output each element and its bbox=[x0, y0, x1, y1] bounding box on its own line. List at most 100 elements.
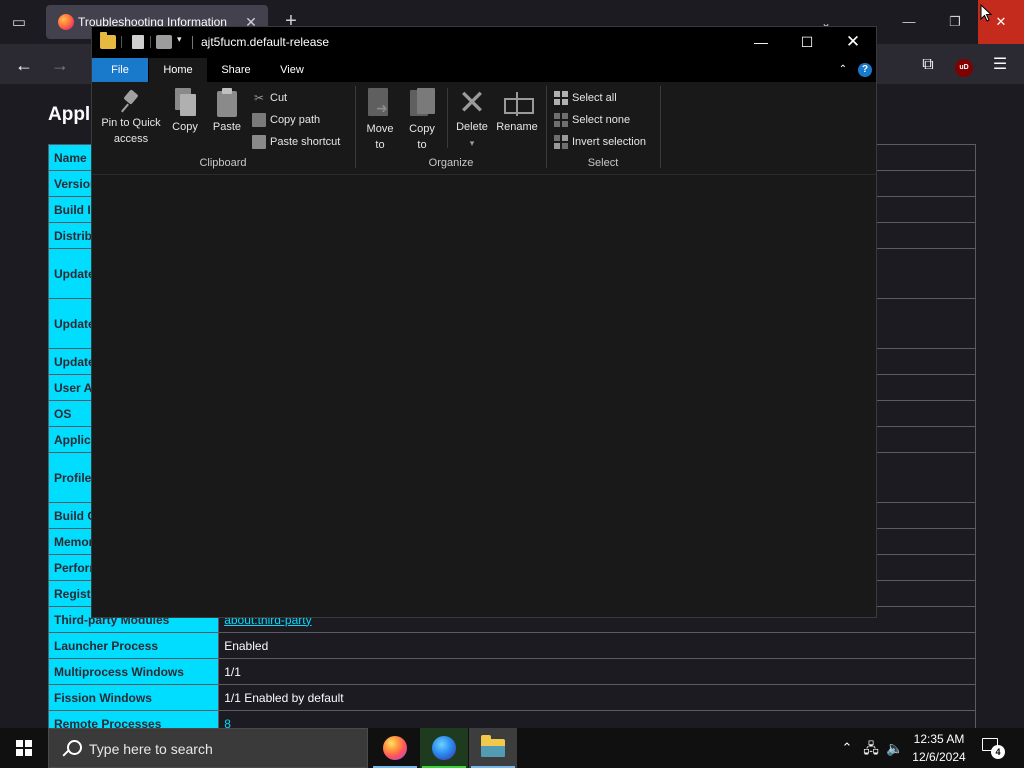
explorer-title-bar[interactable]: ▾ ajt5fucm.default-release — ☐ ✕ bbox=[92, 27, 876, 58]
pin-label-line2: access bbox=[113, 133, 149, 145]
taskbar-search-box[interactable]: Type here to search bbox=[48, 728, 368, 768]
copy-icon bbox=[173, 88, 197, 118]
ublock-badge: uD bbox=[955, 59, 973, 77]
firefox-maximize-button[interactable]: ❐ bbox=[932, 0, 978, 44]
row-value: 1/1 bbox=[218, 658, 976, 685]
move-to-icon bbox=[366, 88, 394, 120]
tab-share[interactable]: Share bbox=[209, 58, 263, 82]
help-icon[interactable]: ? bbox=[858, 63, 872, 77]
cut-button[interactable]: ✂ Cut bbox=[252, 89, 287, 109]
scissors-icon: ✂ bbox=[253, 90, 265, 105]
network-icon[interactable]: 🖧 bbox=[860, 728, 882, 768]
start-button[interactable] bbox=[0, 728, 48, 768]
taskbar-file-explorer-button[interactable] bbox=[469, 728, 517, 768]
clock[interactable]: 12:35 AM 12/6/2024 bbox=[906, 730, 972, 766]
file-explorer-icon bbox=[481, 735, 505, 757]
copy-to-label-line2: to bbox=[417, 139, 427, 151]
volume-muted-icon[interactable]: 🔈 bbox=[884, 728, 906, 768]
table-row: Multiprocess Windows 1/1 bbox=[47, 658, 976, 685]
windows-logo-icon bbox=[16, 740, 32, 756]
row-key: Multiprocess Windows bbox=[47, 658, 220, 685]
pin-icon bbox=[118, 88, 144, 114]
copy-path-icon bbox=[252, 112, 266, 127]
tab-home[interactable]: Home bbox=[149, 58, 207, 82]
explorer-minimize-button[interactable]: — bbox=[738, 27, 784, 58]
taskbar: Type here to search ⌃ 🖧 🔈 12:35 AM 12/6/… bbox=[0, 728, 1024, 768]
taskbar-firefox-button[interactable] bbox=[371, 728, 419, 768]
pin-label-line1: Pin to Quick bbox=[101, 117, 161, 129]
quick-access-divider bbox=[150, 36, 151, 48]
delete-dropdown-icon: ▾ bbox=[469, 138, 475, 148]
action-center-button[interactable]: 4 bbox=[978, 736, 1008, 760]
ribbon-group-organize: Move to Copy to ✕ Delete ▾ Rename bbox=[356, 82, 546, 175]
ribbon-group-clipboard: Pin to Quick access Copy Paste ✂ Cut Copy… bbox=[92, 82, 354, 175]
taskbar-firefox-developer-button[interactable] bbox=[420, 728, 468, 768]
move-to-button[interactable]: Move to bbox=[362, 88, 398, 152]
invert-selection-icon bbox=[554, 134, 568, 149]
delete-x-icon: ✕ bbox=[457, 84, 487, 122]
clock-date: 12/6/2024 bbox=[912, 750, 966, 764]
paste-shortcut-icon bbox=[252, 134, 266, 149]
firefox-view-icon[interactable]: ▭ bbox=[8, 12, 30, 34]
ublock-origin-icon[interactable]: uD bbox=[952, 53, 976, 77]
explorer-close-button[interactable]: ✕ bbox=[830, 27, 876, 58]
file-explorer-window: ▾ ajt5fucm.default-release — ☐ ✕ File Ho… bbox=[91, 26, 877, 618]
rename-label: Rename bbox=[496, 121, 538, 133]
explorer-window-title: ajt5fucm.default-release bbox=[201, 35, 330, 49]
select-none-label: Select none bbox=[572, 113, 631, 126]
cut-label: Cut bbox=[270, 91, 288, 104]
hamburger-menu-icon[interactable]: ☰ bbox=[988, 53, 1012, 77]
copy-to-icon bbox=[408, 88, 436, 120]
customize-toolbar-chevron-icon[interactable]: ▾ bbox=[177, 34, 182, 45]
pin-to-quick-access-button[interactable]: Pin to Quick access bbox=[98, 88, 164, 146]
select-all-label: Select all bbox=[572, 91, 617, 104]
copy-path-button[interactable]: Copy path bbox=[252, 111, 320, 131]
copy-path-label: Copy path bbox=[270, 113, 321, 126]
paste-shortcut-button[interactable]: Paste shortcut bbox=[252, 133, 340, 153]
copy-to-label-line1: Copy bbox=[409, 123, 435, 135]
clock-time: 12:35 AM bbox=[913, 732, 965, 746]
minimize-ribbon-chevron-icon[interactable]: ⌃ bbox=[836, 63, 850, 77]
file-list-area[interactable] bbox=[92, 176, 876, 617]
new-folder-icon[interactable] bbox=[156, 35, 172, 49]
ribbon-subdivider bbox=[447, 88, 448, 148]
search-icon bbox=[61, 739, 82, 759]
select-group-label: Select bbox=[587, 157, 619, 169]
forward-arrow-icon[interactable]: → bbox=[48, 53, 72, 77]
delete-button[interactable]: ✕ Delete ▾ bbox=[452, 84, 492, 150]
explorer-maximize-button[interactable]: ☐ bbox=[784, 27, 830, 58]
copy-label: Copy bbox=[172, 121, 198, 133]
row-value: 1/1 Enabled by default bbox=[218, 684, 976, 711]
move-to-label-line2: to bbox=[375, 139, 385, 151]
tab-file[interactable]: File bbox=[92, 58, 148, 82]
clipboard-icon bbox=[215, 88, 239, 118]
invert-selection-button[interactable]: Invert selection bbox=[554, 133, 646, 153]
ribbon-tab-bar: File Home Share View ⌃ ? bbox=[92, 58, 876, 82]
properties-icon[interactable] bbox=[132, 35, 144, 49]
folder-icon bbox=[100, 32, 116, 49]
row-value: Enabled bbox=[218, 632, 976, 659]
table-row: Launcher Process Enabled bbox=[47, 632, 976, 659]
ribbon-divider bbox=[660, 86, 661, 168]
notification-count-badge: 4 bbox=[991, 745, 1005, 759]
tab-view[interactable]: View bbox=[265, 58, 319, 82]
firefox-developer-icon bbox=[432, 736, 456, 760]
extensions-puzzle-icon[interactable]: ⧉ bbox=[916, 53, 940, 77]
show-hidden-icons-chevron-icon[interactable]: ⌃ bbox=[836, 728, 858, 768]
row-key: Launcher Process bbox=[47, 632, 220, 659]
select-all-icon bbox=[554, 90, 568, 105]
mouse-cursor-icon bbox=[980, 4, 992, 22]
paste-label: Paste bbox=[212, 121, 242, 133]
copy-to-button[interactable]: Copy to bbox=[404, 88, 440, 152]
ribbon-home: Pin to Quick access Copy Paste ✂ Cut Copy… bbox=[92, 82, 876, 175]
clipboard-group-label: Clipboard bbox=[199, 157, 247, 169]
table-row: Fission Windows 1/1 Enabled by default bbox=[47, 684, 976, 711]
copy-button[interactable]: Copy bbox=[168, 88, 202, 134]
back-arrow-icon[interactable]: ← bbox=[12, 53, 36, 77]
paste-button[interactable]: Paste bbox=[210, 88, 244, 134]
select-none-button[interactable]: Select none bbox=[554, 111, 630, 131]
rename-button[interactable]: Rename bbox=[494, 88, 540, 134]
firefox-favicon-icon bbox=[58, 14, 74, 30]
select-all-button[interactable]: Select all bbox=[554, 89, 617, 109]
firefox-minimize-button[interactable]: — bbox=[886, 0, 932, 44]
